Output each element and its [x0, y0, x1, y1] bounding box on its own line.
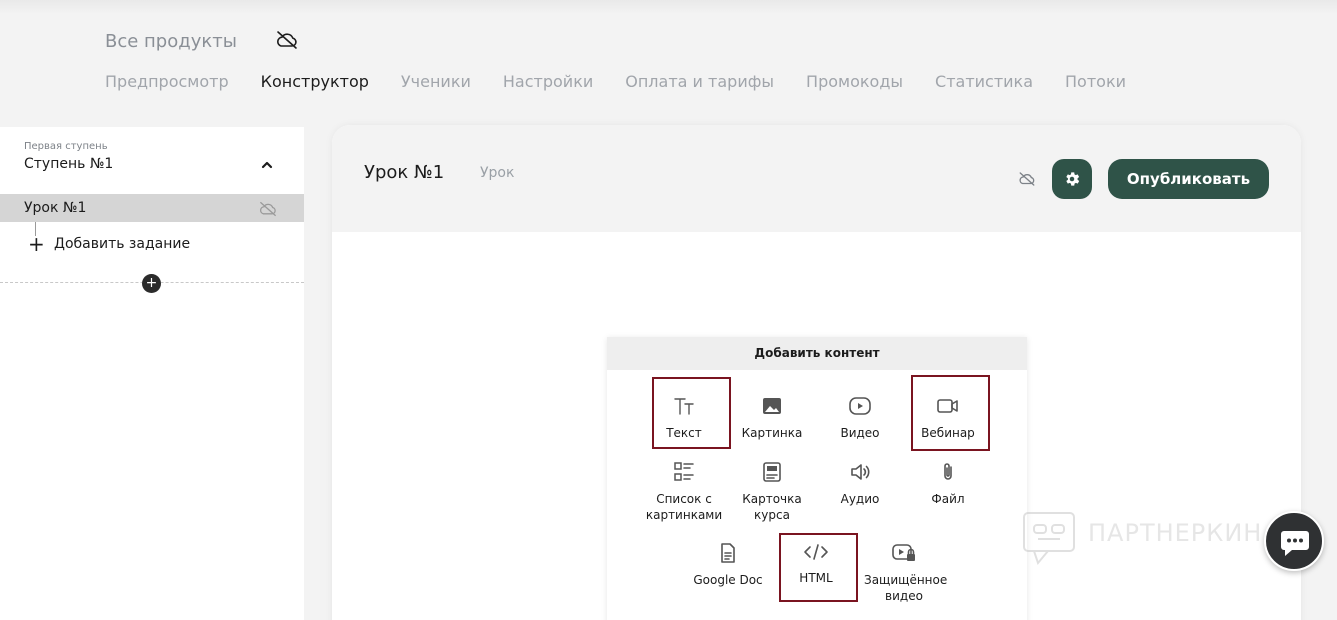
content-item-image[interactable]: Картинка — [732, 395, 812, 441]
highlight-frame-webinar — [911, 375, 990, 451]
settings-button[interactable] — [1052, 159, 1092, 199]
highlight-frame-text — [652, 377, 731, 449]
add-step-button[interactable]: + — [142, 274, 161, 293]
add-task-label: Добавить задание — [54, 236, 191, 252]
image-list-icon — [674, 462, 694, 481]
paperclip-icon — [944, 463, 952, 480]
publish-button[interactable]: Опубликовать — [1108, 159, 1269, 199]
gear-icon — [1066, 172, 1080, 186]
lesson-title[interactable]: Урок №1 — [364, 162, 444, 183]
chat-bubble-icon — [1281, 531, 1309, 556]
add-content-panel: Добавить контент Текст Картинка Видео Ве… — [607, 337, 1027, 620]
content-item-google-doc[interactable]: Google Doc — [688, 542, 768, 588]
step-caption: Первая ступень — [24, 141, 108, 152]
tab-statistics[interactable]: Статистика — [935, 72, 1033, 91]
chevron-up-icon[interactable] — [258, 157, 276, 171]
document-icon — [721, 543, 735, 563]
content-item-label: Google Doc — [693, 573, 763, 587]
content-item-label: Список с картинками — [645, 492, 723, 522]
cloud-off-icon[interactable] — [275, 29, 299, 51]
video-icon — [849, 397, 871, 415]
sidebar-item-lesson[interactable]: Урок №1 — [0, 194, 304, 222]
content-item-image-list[interactable]: Список с картинками — [644, 461, 724, 523]
content-item-protected-video[interactable]: Защищённое видео — [864, 542, 948, 604]
image-icon — [763, 398, 781, 414]
content-item-audio[interactable]: Аудио — [820, 461, 900, 507]
content-item-label: Защищённое видео — [864, 573, 948, 603]
top-shadow — [0, 0, 1337, 14]
chat-button[interactable] — [1264, 511, 1324, 571]
add-task-button[interactable]: + Добавить задание — [28, 232, 191, 256]
lesson-header: Урок №1 Урок Опубликовать — [332, 125, 1301, 232]
content-item-label: Карточка курса — [742, 492, 802, 522]
content-item-label: Файл — [931, 492, 965, 506]
tab-settings[interactable]: Настройки — [503, 72, 593, 91]
cloud-off-icon[interactable] — [1018, 171, 1036, 187]
content-item-video[interactable]: Видео — [820, 395, 900, 441]
step-title[interactable]: Ступень №1 — [24, 156, 113, 172]
audio-icon — [851, 464, 870, 480]
lesson-label: Урок №1 — [24, 200, 87, 216]
protected-video-icon — [892, 544, 915, 561]
course-card-icon — [763, 462, 781, 482]
tab-promocodes[interactable]: Промокоды — [806, 72, 903, 91]
content-item-file[interactable]: Файл — [908, 461, 988, 507]
highlight-frame-html — [779, 533, 858, 602]
tab-preview[interactable]: Предпросмотр — [105, 72, 229, 91]
content-item-label: Видео — [840, 426, 880, 440]
tab-bar: Предпросмотр Конструктор Ученики Настрой… — [105, 72, 1126, 91]
partnerkin-logo-icon — [1023, 512, 1075, 566]
tab-payment[interactable]: Оплата и тарифы — [625, 72, 774, 91]
tab-streams[interactable]: Потоки — [1065, 72, 1126, 91]
cloud-off-icon — [258, 201, 278, 217]
course-structure-sidebar: Первая ступень Ступень №1 Урок №1 + Доба… — [0, 127, 304, 620]
watermark-text: ПАРТНЕРКИН — [1088, 519, 1263, 547]
plus-icon: + — [28, 232, 45, 256]
add-content-title: Добавить контент — [607, 337, 1027, 370]
content-item-label: Аудио — [840, 492, 880, 506]
content-item-course-card[interactable]: Карточка курса — [732, 461, 812, 523]
tab-students[interactable]: Ученики — [401, 72, 471, 91]
lesson-type: Урок — [480, 165, 515, 181]
tab-constructor[interactable]: Конструктор — [261, 72, 369, 91]
breadcrumb-all-products[interactable]: Все продукты — [105, 31, 237, 52]
content-item-label: Картинка — [741, 426, 803, 440]
